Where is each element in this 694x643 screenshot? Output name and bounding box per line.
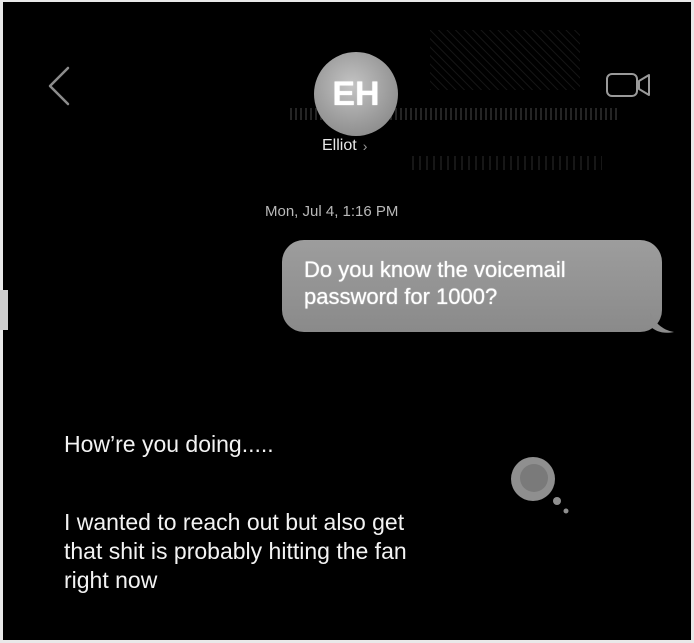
scan-noise: [412, 156, 602, 170]
received-message-line: that shit is probably hitting the fan: [64, 538, 407, 564]
bubble-tail: [650, 312, 674, 333]
scan-edge: [0, 290, 8, 330]
chevron-right-icon: ›: [362, 138, 368, 154]
sent-message-line: Do you know the voicemail: [304, 257, 566, 282]
chevron-left-icon[interactable]: [44, 64, 74, 108]
avatar[interactable]: EH: [314, 52, 398, 136]
avatar-initials: EH: [332, 74, 380, 113]
received-message[interactable]: How’re you doing.....: [64, 430, 534, 459]
received-message-line: right now: [64, 567, 158, 593]
scan-noise: [430, 30, 580, 90]
sent-message-line: password for 1000?: [304, 284, 498, 309]
contact-name: Elliot: [322, 137, 357, 154]
received-message-line: I wanted to reach out but also get: [64, 509, 405, 535]
video-camera-icon[interactable]: [604, 68, 652, 102]
received-message[interactable]: I wanted to reach out but also get that …: [64, 508, 534, 595]
message-timestamp: Mon, Jul 4, 1:16 PM: [265, 203, 399, 220]
sent-message-bubble[interactable]: Do you know the voicemail password for 1…: [282, 240, 662, 332]
contact-name-button[interactable]: Elliot ›: [322, 137, 412, 155]
